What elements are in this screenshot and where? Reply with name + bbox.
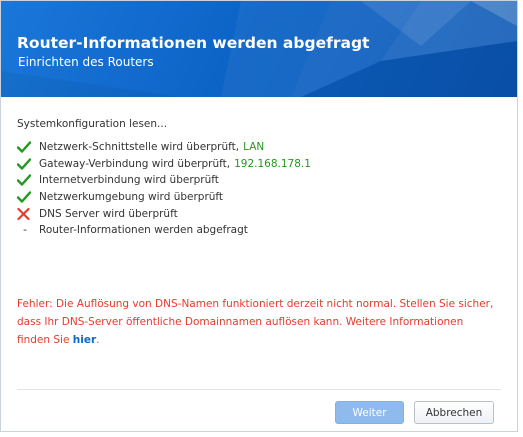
check-icon <box>17 190 33 204</box>
check-item-label: Router-Informationen werden abgefragt <box>39 224 248 237</box>
section-heading: Systemkonfiguration lesen... <box>17 118 168 130</box>
dialog-content: Systemkonfiguration lesen... Netzwerk-Sc… <box>1 97 517 431</box>
check-item-label: Internetverbindung wird überprüft <box>39 174 219 187</box>
check-item-internet: Internetverbindung wird überprüft <box>17 172 311 189</box>
error-message: Fehler: Die Auflösung von DNS-Namen funk… <box>17 295 497 349</box>
check-item-gateway: Gateway-Verbindung wird überprüft, 192.1… <box>17 156 311 173</box>
dialog-subtitle: Einrichten des Routers <box>18 55 154 69</box>
check-list: Netzwerk-Schnittstelle wird überprüft, L… <box>17 139 311 239</box>
check-item-network-interface: Netzwerk-Schnittstelle wird überprüft, L… <box>17 139 311 156</box>
check-icon <box>17 140 33 154</box>
more-info-link[interactable]: hier <box>73 334 96 346</box>
footer-divider <box>17 389 501 390</box>
check-item-value: 192.168.178.1 <box>234 157 311 170</box>
check-item-label: Netzwerkumgebung wird überprüft <box>39 191 224 204</box>
dialog-header: Router-Informationen werden abgefragt Ei… <box>1 1 517 97</box>
check-item-router-info: - Router-Informationen werden abgefragt <box>17 222 311 239</box>
check-icon <box>17 157 33 171</box>
check-item-value: LAN <box>243 141 265 154</box>
cross-icon <box>17 207 33 221</box>
next-button[interactable]: Weiter <box>335 401 404 424</box>
dialog-title: Router-Informationen werden abgefragt <box>17 34 370 52</box>
check-icon <box>17 173 33 187</box>
pending-dash: - <box>23 224 27 237</box>
check-item-label: Netzwerk-Schnittstelle wird überprüft, <box>39 141 240 154</box>
check-item-network-environment: Netzwerkumgebung wird überprüft <box>17 189 311 206</box>
cancel-button[interactable]: Abbrechen <box>414 401 494 424</box>
error-suffix: . <box>96 334 100 346</box>
check-item-label: DNS Server wird überprüft <box>39 207 178 220</box>
check-item-dns-server: DNS Server wird überprüft <box>17 205 311 222</box>
check-item-label: Gateway-Verbindung wird überprüft, <box>39 157 231 170</box>
setup-wizard-dialog: Router-Informationen werden abgefragt Ei… <box>0 0 518 432</box>
